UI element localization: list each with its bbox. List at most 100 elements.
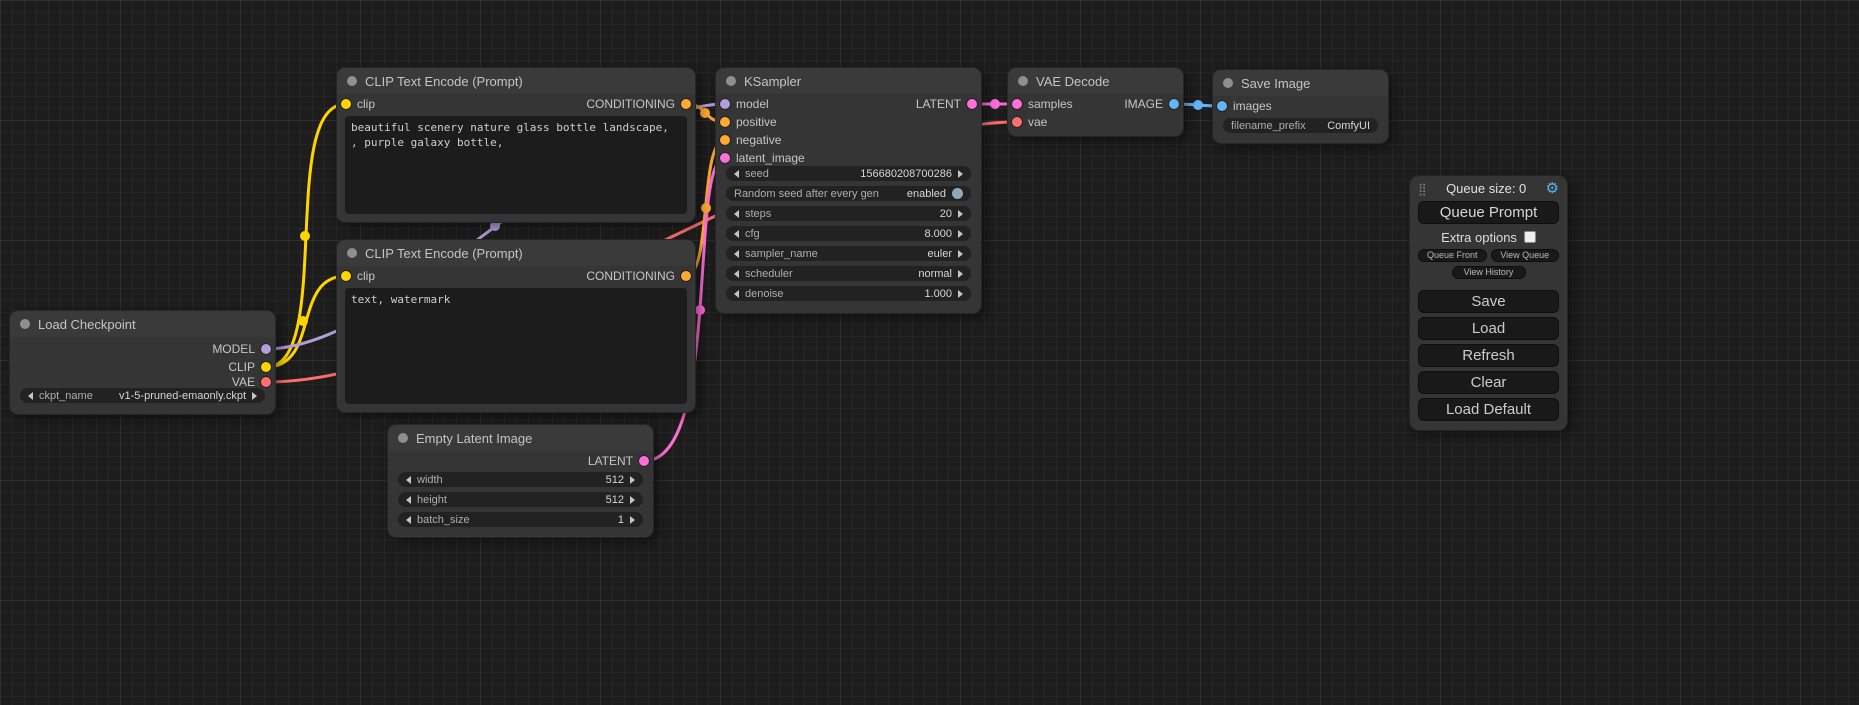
node-vae-decode-header[interactable]: VAE Decode <box>1008 68 1183 94</box>
increment-icon[interactable] <box>630 476 635 484</box>
node-ksampler[interactable]: KSampler model LATENT positive negative … <box>716 68 981 313</box>
image-output-port[interactable] <box>1169 99 1179 109</box>
node-clip-text-encode-negative[interactable]: CLIP Text Encode (Prompt) clip CONDITION… <box>337 240 695 412</box>
decrement-icon[interactable] <box>406 496 411 504</box>
vae-input-port[interactable] <box>1012 117 1022 127</box>
node-load-checkpoint[interactable]: Load Checkpoint MODEL CLIP VAE ckpt_name… <box>10 311 275 414</box>
next-value-icon[interactable] <box>958 250 963 258</box>
toggle-icon[interactable] <box>952 188 963 199</box>
filename-prefix-widget[interactable]: filename_prefix ComfyUI <box>1223 118 1378 133</box>
slot-row: samples IMAGE <box>1008 95 1183 113</box>
sampler-name-widget[interactable]: sampler_name euler <box>726 246 971 261</box>
next-value-icon[interactable] <box>252 392 257 400</box>
slot-row: positive <box>716 113 981 131</box>
conditioning-output-port[interactable] <box>681 99 691 109</box>
scheduler-widget[interactable]: scheduler normal <box>726 266 971 281</box>
images-input-port[interactable] <box>1217 101 1227 111</box>
collapse-dot-icon[interactable] <box>398 433 408 443</box>
clip-input-port[interactable] <box>341 271 351 281</box>
decrement-icon[interactable] <box>734 210 739 218</box>
prev-value-icon[interactable] <box>734 270 739 278</box>
vae-output-port[interactable] <box>261 377 271 387</box>
load-button[interactable]: Load <box>1418 317 1559 340</box>
conditioning-output-port[interactable] <box>681 271 691 281</box>
node-vae-decode[interactable]: VAE Decode samples IMAGE vae <box>1008 68 1183 136</box>
queue-prompt-button[interactable]: Queue Prompt <box>1418 201 1559 224</box>
clip-input-port[interactable] <box>341 99 351 109</box>
negative-prompt-textarea[interactable]: text, watermark <box>345 288 687 404</box>
node-clip-positive-header[interactable]: CLIP Text Encode (Prompt) <box>337 68 695 94</box>
images-input-label: images <box>1233 97 1272 115</box>
clip-input-label: clip <box>357 95 375 113</box>
widget-label: denoise <box>745 288 784 300</box>
width-widget[interactable]: width 512 <box>398 472 643 487</box>
next-value-icon[interactable] <box>958 270 963 278</box>
clear-button[interactable]: Clear <box>1418 371 1559 394</box>
node-ksampler-header[interactable]: KSampler <box>716 68 981 94</box>
prev-value-icon[interactable] <box>28 392 33 400</box>
height-widget[interactable]: height 512 <box>398 492 643 507</box>
extra-options-checkbox[interactable] <box>1524 231 1536 243</box>
node-clip-text-encode-positive[interactable]: CLIP Text Encode (Prompt) clip CONDITION… <box>337 68 695 222</box>
drag-handle-icon[interactable]: ⣿ <box>1418 183 1427 195</box>
positive-input-port[interactable] <box>720 117 730 127</box>
decrement-icon[interactable] <box>734 230 739 238</box>
samples-input-port[interactable] <box>1012 99 1022 109</box>
increment-icon[interactable] <box>958 170 963 178</box>
negative-input-port[interactable] <box>720 135 730 145</box>
widget-label: batch_size <box>417 514 470 526</box>
model-output-port[interactable] <box>261 344 271 354</box>
node-save-image[interactable]: Save Image images filename_prefix ComfyU… <box>1213 70 1388 143</box>
decrement-icon[interactable] <box>734 290 739 298</box>
ckpt-name-widget[interactable]: ckpt_name v1-5-pruned-emaonly.ckpt <box>20 388 265 403</box>
node-load-checkpoint-header[interactable]: Load Checkpoint <box>10 311 275 337</box>
collapse-dot-icon[interactable] <box>347 248 357 258</box>
positive-prompt-textarea[interactable]: beautiful scenery nature glass bottle la… <box>345 116 687 214</box>
collapse-dot-icon[interactable] <box>20 319 30 329</box>
widget-label: width <box>417 474 443 486</box>
collapse-dot-icon[interactable] <box>1018 76 1028 86</box>
refresh-button[interactable]: Refresh <box>1418 344 1559 367</box>
slot-row: clip CONDITIONING <box>337 95 695 113</box>
decrement-icon[interactable] <box>406 516 411 524</box>
increment-icon[interactable] <box>958 290 963 298</box>
prev-value-icon[interactable] <box>734 250 739 258</box>
decrement-icon[interactable] <box>734 170 739 178</box>
collapse-dot-icon[interactable] <box>347 76 357 86</box>
increment-icon[interactable] <box>630 516 635 524</box>
latent-image-input-port[interactable] <box>720 153 730 163</box>
save-button[interactable]: Save <box>1418 290 1559 313</box>
node-empty-latent-header[interactable]: Empty Latent Image <box>388 425 653 451</box>
view-history-button[interactable]: View History <box>1452 266 1526 279</box>
decrement-icon[interactable] <box>406 476 411 484</box>
seed-widget[interactable]: seed 156680208700286 <box>726 166 971 181</box>
load-default-button[interactable]: Load Default <box>1418 398 1559 421</box>
latent-output-label: LATENT <box>916 95 961 113</box>
node-empty-latent-image[interactable]: Empty Latent Image LATENT width 512 heig… <box>388 425 653 537</box>
collapse-dot-icon[interactable] <box>726 76 736 86</box>
latent-output-port[interactable] <box>639 456 649 466</box>
cfg-widget[interactable]: cfg 8.000 <box>726 226 971 241</box>
node-save-image-header[interactable]: Save Image <box>1213 70 1388 96</box>
random-seed-toggle-widget[interactable]: Random seed after every gen enabled <box>726 186 971 201</box>
increment-icon[interactable] <box>630 496 635 504</box>
widget-value: 1.000 <box>924 288 952 300</box>
collapse-dot-icon[interactable] <box>1223 78 1233 88</box>
slot-row: negative <box>716 131 981 149</box>
latent-output-port[interactable] <box>967 99 977 109</box>
settings-gear-icon[interactable]: ⚙ <box>1546 181 1559 196</box>
clip-output-port[interactable] <box>261 362 271 372</box>
increment-icon[interactable] <box>958 210 963 218</box>
queue-front-button[interactable]: Queue Front <box>1418 249 1487 262</box>
widget-value: 1 <box>618 514 624 526</box>
model-input-port[interactable] <box>720 99 730 109</box>
node-clip-negative-header[interactable]: CLIP Text Encode (Prompt) <box>337 240 695 266</box>
graph-canvas[interactable]: Load Checkpoint MODEL CLIP VAE ckpt_name… <box>0 0 1859 705</box>
widget-label: ckpt_name <box>39 390 93 402</box>
denoise-widget[interactable]: denoise 1.000 <box>726 286 971 301</box>
queue-size-label: Queue size: 0 <box>1446 181 1526 196</box>
view-queue-button[interactable]: View Queue <box>1491 249 1560 262</box>
steps-widget[interactable]: steps 20 <box>726 206 971 221</box>
batch-size-widget[interactable]: batch_size 1 <box>398 512 643 527</box>
increment-icon[interactable] <box>958 230 963 238</box>
